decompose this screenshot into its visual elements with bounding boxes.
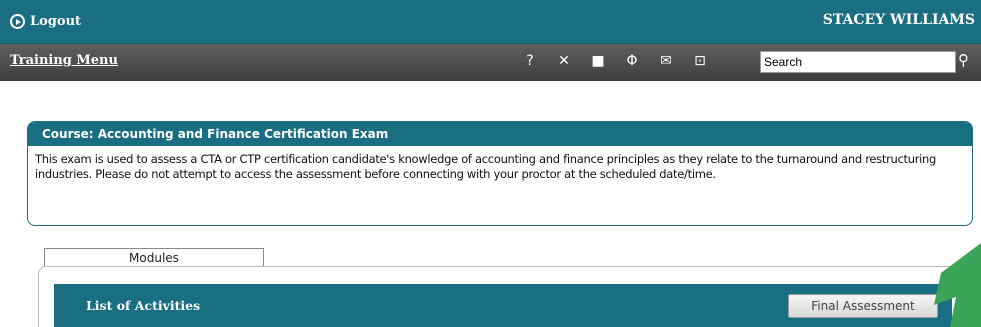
activities-title: List of Activities [86, 298, 201, 313]
top-bar: Logout STACEY WILLIAMS [0, 0, 981, 44]
course-description: This exam is used to assess a CTA or CTP… [35, 152, 937, 181]
search-icon[interactable]: ⚲ [958, 51, 969, 69]
course-panel: Course: Accounting and Finance Certifica… [27, 121, 973, 226]
logout-button[interactable]: Logout [10, 14, 81, 29]
logout-icon [10, 14, 25, 29]
pointer-arrow-icon [934, 243, 981, 327]
notes-icon[interactable]: ■ [588, 53, 608, 69]
course-title: Course: Accounting and Finance Certifica… [28, 122, 972, 146]
activities-header: List of Activities Final Assessment [54, 284, 952, 327]
training-menu-link[interactable]: Training Menu [10, 53, 118, 68]
tools-icon[interactable]: ✕ [554, 53, 574, 69]
user-name: STACEY WILLIAMS [822, 12, 975, 28]
tab-modules[interactable]: Modules [44, 248, 264, 268]
download-icon[interactable]: ⊡ [690, 53, 710, 69]
help-icon[interactable]: ? [520, 53, 540, 69]
logout-label: Logout [30, 14, 82, 29]
split-icon[interactable]: Φ [622, 53, 642, 69]
menu-bar: Training Menu ? ✕ ■ Φ ✉ ⊡ ⚲ [0, 44, 981, 81]
mail-icon[interactable]: ✉ [656, 53, 676, 69]
search-input[interactable] [760, 51, 956, 73]
final-assessment-button[interactable]: Final Assessment [788, 294, 938, 318]
toolbar-icons: ? ✕ ■ Φ ✉ ⊡ [520, 53, 710, 69]
